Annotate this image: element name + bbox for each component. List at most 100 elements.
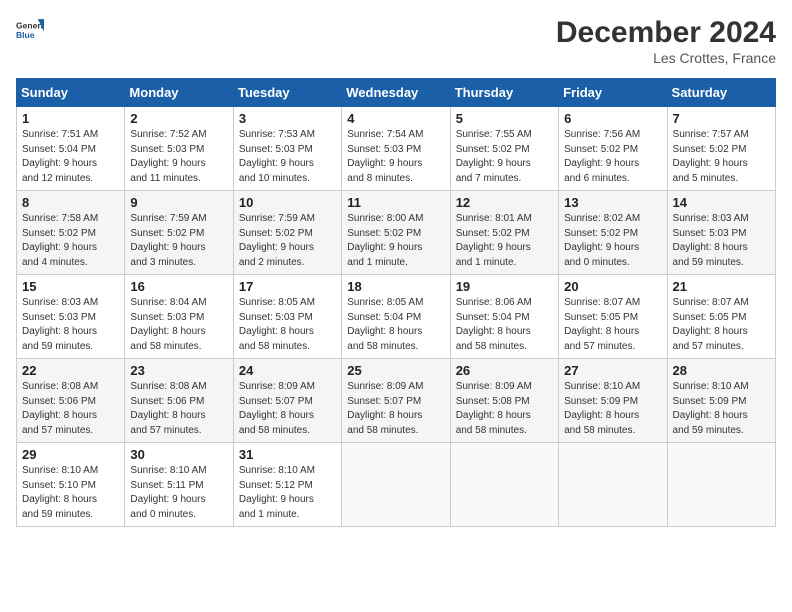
- day-number: 16: [130, 279, 227, 294]
- calendar-table: SundayMondayTuesdayWednesdayThursdayFrid…: [16, 78, 776, 527]
- calendar-day-cell: 10Sunrise: 7:59 AM Sunset: 5:02 PM Dayli…: [233, 191, 341, 275]
- calendar-day-cell: 18 Sunrise: 8:05 AM Sunset: 5:04 PM Dayli…: [342, 275, 450, 359]
- calendar-day-cell: 17Sunrise: 8:05 AM Sunset: 5:03 PM Dayli…: [233, 275, 341, 359]
- day-info: Sunrise: 8:04 AM Sunset: 5:03 PM Dayligh…: [130, 296, 227, 354]
- day-info: Sunrise: 8:05 AM Sunset: 5:03 PM Dayligh…: [239, 296, 336, 354]
- day-info: Sunrise: 7:52 AM Sunset: 5:03 PM Dayligh…: [130, 128, 227, 186]
- calendar-day-cell: 26 Sunrise: 8:09 AM Sunset: 5:08 PM Dayli…: [450, 359, 558, 443]
- day-info: Sunrise: 8:10 AM Sunset: 5:09 PM Dayligh…: [564, 380, 661, 438]
- calendar-day-cell: 27 Sunrise: 8:10 AM Sunset: 5:09 PM Dayli…: [559, 359, 667, 443]
- logo-icon: General Blue: [16, 16, 44, 44]
- day-number: 14: [673, 195, 770, 210]
- calendar-day-cell: 11 Sunrise: 8:00 AM Sunset: 5:02 PM Dayli…: [342, 191, 450, 275]
- day-number: 6: [564, 111, 661, 126]
- day-info: Sunrise: 7:55 AM Sunset: 5:02 PM Dayligh…: [456, 128, 553, 186]
- calendar-week-row: 15 Sunrise: 8:03 AM Sunset: 5:03 PM Dayli…: [17, 275, 776, 359]
- day-number: 3: [239, 111, 336, 126]
- weekday-header-sunday: Sunday: [17, 79, 125, 107]
- day-info: Sunrise: 8:08 AM Sunset: 5:06 PM Dayligh…: [130, 380, 227, 438]
- calendar-day-cell: [450, 443, 558, 527]
- calendar-day-cell: 16 Sunrise: 8:04 AM Sunset: 5:03 PM Dayli…: [125, 275, 233, 359]
- day-number: 25: [347, 363, 444, 378]
- calendar-day-cell: 4Sunrise: 7:54 AM Sunset: 5:03 PM Daylig…: [342, 107, 450, 191]
- day-number: 12: [456, 195, 553, 210]
- calendar-body: 1 Sunrise: 7:51 AM Sunset: 5:04 PM Daylig…: [17, 107, 776, 527]
- day-info: Sunrise: 8:02 AM Sunset: 5:02 PM Dayligh…: [564, 212, 661, 270]
- day-info: Sunrise: 8:03 AM Sunset: 5:03 PM Dayligh…: [673, 212, 770, 270]
- location-subtitle: Les Crottes, France: [556, 50, 776, 66]
- weekday-header-saturday: Saturday: [667, 79, 775, 107]
- day-number: 15: [22, 279, 119, 294]
- calendar-day-cell: 25 Sunrise: 8:09 AM Sunset: 5:07 PM Dayli…: [342, 359, 450, 443]
- calendar-day-cell: 5 Sunrise: 7:55 AM Sunset: 5:02 PM Daylig…: [450, 107, 558, 191]
- svg-text:Blue: Blue: [16, 30, 35, 40]
- day-info: Sunrise: 8:09 AM Sunset: 5:08 PM Dayligh…: [456, 380, 553, 438]
- weekday-header-thursday: Thursday: [450, 79, 558, 107]
- day-number: 20: [564, 279, 661, 294]
- calendar-day-cell: 2 Sunrise: 7:52 AM Sunset: 5:03 PM Daylig…: [125, 107, 233, 191]
- calendar-day-cell: 31 Sunrise: 8:10 AM Sunset: 5:12 PM Dayli…: [233, 443, 341, 527]
- calendar-day-cell: 20Sunrise: 8:07 AM Sunset: 5:05 PM Dayli…: [559, 275, 667, 359]
- day-number: 27: [564, 363, 661, 378]
- day-number: 31: [239, 447, 336, 462]
- day-info: Sunrise: 7:59 AM Sunset: 5:02 PM Dayligh…: [130, 212, 227, 270]
- day-info: Sunrise: 8:10 AM Sunset: 5:12 PM Dayligh…: [239, 464, 336, 522]
- calendar-day-cell: 23 Sunrise: 8:08 AM Sunset: 5:06 PM Dayli…: [125, 359, 233, 443]
- page-header: General Blue December 2024 Les Crottes, …: [16, 16, 776, 66]
- calendar-day-cell: 19Sunrise: 8:06 AM Sunset: 5:04 PM Dayli…: [450, 275, 558, 359]
- day-number: 11: [347, 195, 444, 210]
- calendar-day-cell: 28 Sunrise: 8:10 AM Sunset: 5:09 PM Dayli…: [667, 359, 775, 443]
- day-number: 9: [130, 195, 227, 210]
- day-info: Sunrise: 7:51 AM Sunset: 5:04 PM Dayligh…: [22, 128, 119, 186]
- calendar-day-cell: [342, 443, 450, 527]
- day-info: Sunrise: 8:10 AM Sunset: 5:10 PM Dayligh…: [22, 464, 119, 522]
- day-number: 23: [130, 363, 227, 378]
- calendar-day-cell: [559, 443, 667, 527]
- calendar-day-cell: [667, 443, 775, 527]
- title-area: December 2024 Les Crottes, France: [556, 16, 776, 66]
- day-number: 7: [673, 111, 770, 126]
- calendar-day-cell: 15 Sunrise: 8:03 AM Sunset: 5:03 PM Dayli…: [17, 275, 125, 359]
- day-number: 13: [564, 195, 661, 210]
- day-info: Sunrise: 8:01 AM Sunset: 5:02 PM Dayligh…: [456, 212, 553, 270]
- calendar-day-cell: 7Sunrise: 7:57 AM Sunset: 5:02 PM Daylig…: [667, 107, 775, 191]
- day-number: 26: [456, 363, 553, 378]
- day-number: 10: [239, 195, 336, 210]
- day-number: 4: [347, 111, 444, 126]
- weekday-header-wednesday: Wednesday: [342, 79, 450, 107]
- calendar-week-row: 29 Sunrise: 8:10 AM Sunset: 5:10 PM Dayli…: [17, 443, 776, 527]
- day-number: 28: [673, 363, 770, 378]
- calendar-day-cell: 21 Sunrise: 8:07 AM Sunset: 5:05 PM Dayli…: [667, 275, 775, 359]
- day-info: Sunrise: 8:10 AM Sunset: 5:11 PM Dayligh…: [130, 464, 227, 522]
- day-number: 30: [130, 447, 227, 462]
- day-info: Sunrise: 8:10 AM Sunset: 5:09 PM Dayligh…: [673, 380, 770, 438]
- day-info: Sunrise: 8:08 AM Sunset: 5:06 PM Dayligh…: [22, 380, 119, 438]
- calendar-day-cell: 30 Sunrise: 8:10 AM Sunset: 5:11 PM Dayli…: [125, 443, 233, 527]
- day-number: 18: [347, 279, 444, 294]
- calendar-day-cell: 14 Sunrise: 8:03 AM Sunset: 5:03 PM Dayli…: [667, 191, 775, 275]
- calendar-day-cell: 8Sunrise: 7:58 AM Sunset: 5:02 PM Daylig…: [17, 191, 125, 275]
- day-number: 21: [673, 279, 770, 294]
- weekday-header-friday: Friday: [559, 79, 667, 107]
- day-info: Sunrise: 8:05 AM Sunset: 5:04 PM Dayligh…: [347, 296, 444, 354]
- day-number: 1: [22, 111, 119, 126]
- day-info: Sunrise: 8:07 AM Sunset: 5:05 PM Dayligh…: [673, 296, 770, 354]
- day-info: Sunrise: 7:53 AM Sunset: 5:03 PM Dayligh…: [239, 128, 336, 186]
- calendar-week-row: 1 Sunrise: 7:51 AM Sunset: 5:04 PM Daylig…: [17, 107, 776, 191]
- day-info: Sunrise: 8:00 AM Sunset: 5:02 PM Dayligh…: [347, 212, 444, 270]
- day-number: 22: [22, 363, 119, 378]
- calendar-day-cell: 1 Sunrise: 7:51 AM Sunset: 5:04 PM Daylig…: [17, 107, 125, 191]
- calendar-day-cell: 24Sunrise: 8:09 AM Sunset: 5:07 PM Dayli…: [233, 359, 341, 443]
- calendar-week-row: 8Sunrise: 7:58 AM Sunset: 5:02 PM Daylig…: [17, 191, 776, 275]
- calendar-day-cell: 9 Sunrise: 7:59 AM Sunset: 5:02 PM Daylig…: [125, 191, 233, 275]
- day-info: Sunrise: 8:03 AM Sunset: 5:03 PM Dayligh…: [22, 296, 119, 354]
- day-number: 29: [22, 447, 119, 462]
- day-number: 2: [130, 111, 227, 126]
- day-number: 5: [456, 111, 553, 126]
- day-info: Sunrise: 8:09 AM Sunset: 5:07 PM Dayligh…: [347, 380, 444, 438]
- weekday-header-tuesday: Tuesday: [233, 79, 341, 107]
- logo: General Blue: [16, 16, 44, 44]
- calendar-day-cell: 3 Sunrise: 7:53 AM Sunset: 5:03 PM Daylig…: [233, 107, 341, 191]
- calendar-day-cell: 13 Sunrise: 8:02 AM Sunset: 5:02 PM Dayli…: [559, 191, 667, 275]
- day-info: Sunrise: 8:06 AM Sunset: 5:04 PM Dayligh…: [456, 296, 553, 354]
